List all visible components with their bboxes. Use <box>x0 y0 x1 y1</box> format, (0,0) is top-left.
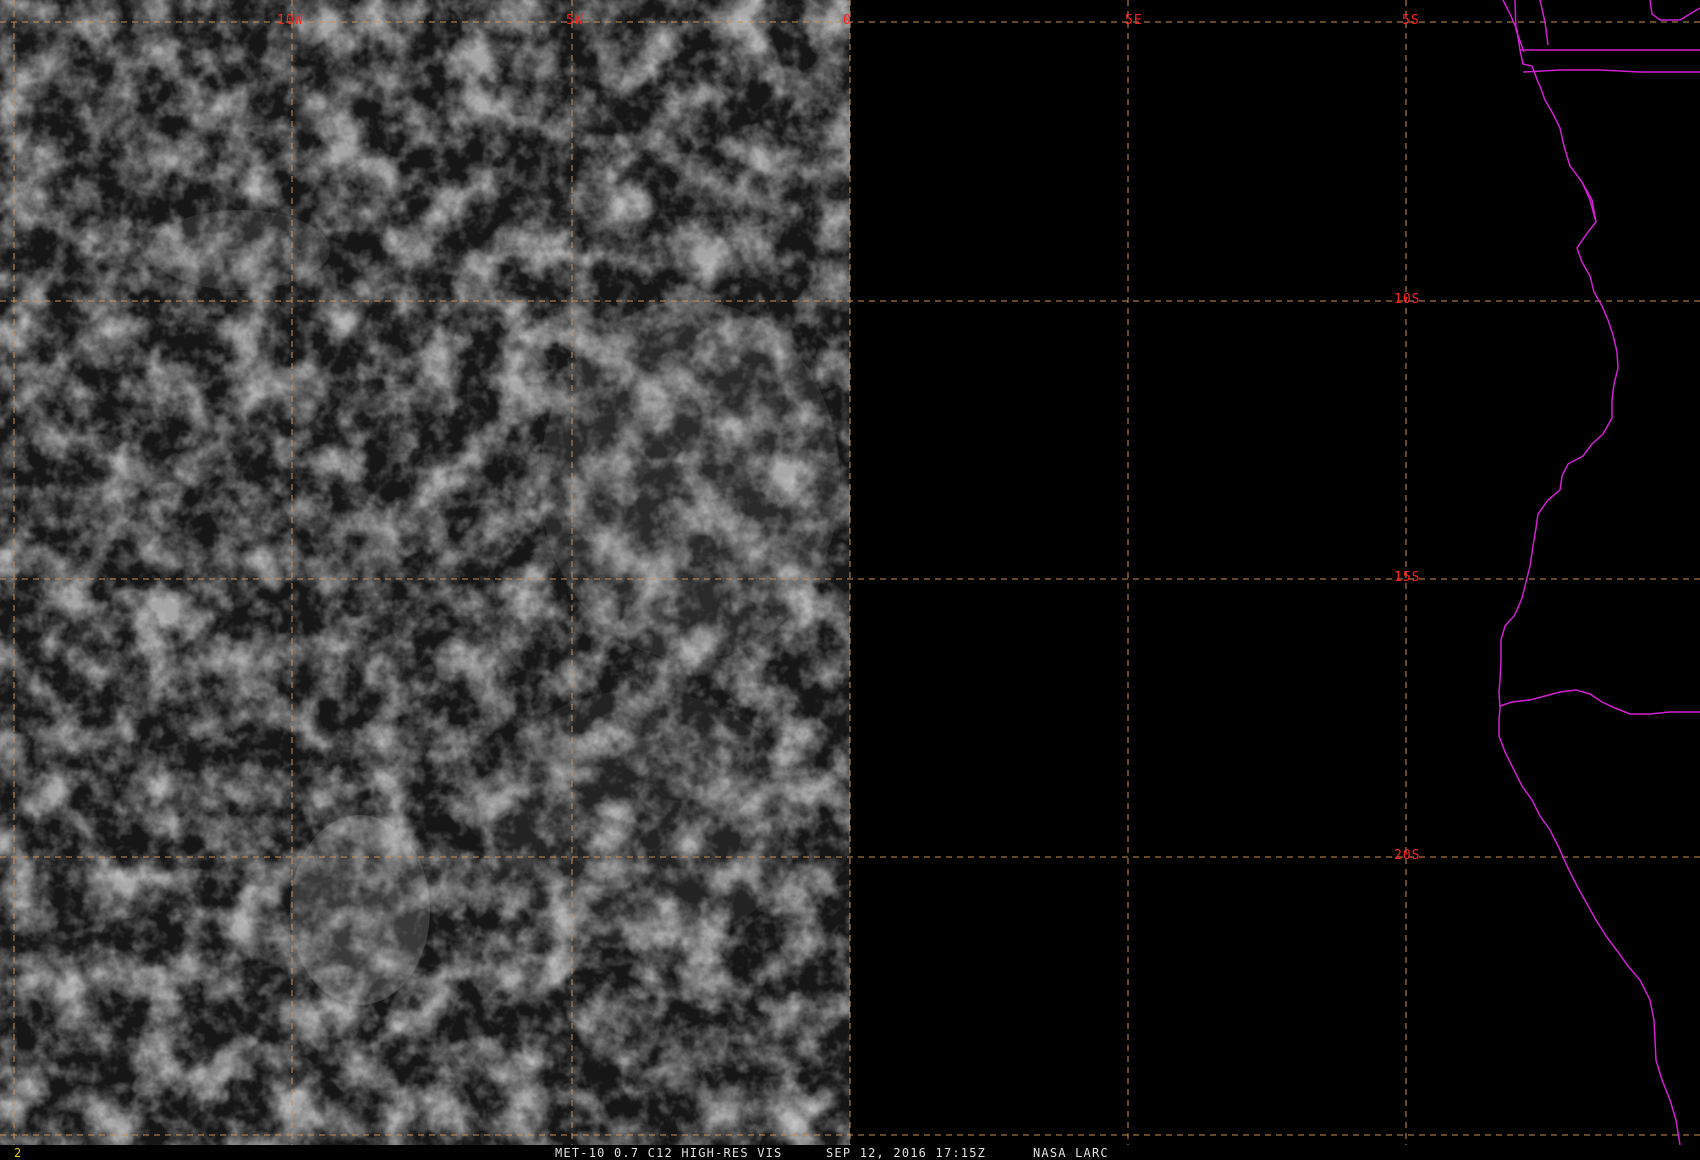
longitude-label-10w: 10W <box>277 13 304 28</box>
cloud-field <box>0 0 850 1145</box>
longitude-label-5e: 5E <box>1125 13 1143 28</box>
satellite-imagery <box>0 0 1700 1146</box>
latitude-label-15s: 15S <box>1394 570 1421 585</box>
frame-number: 2 <box>14 1146 23 1160</box>
image-source: NASA LARC <box>1033 1146 1109 1160</box>
latitude-label-5s: 5S <box>1402 13 1420 28</box>
satellite-image-frame: 10W 5W 0 5E 5S 10S 15S 20S 2 MET-10 0.7 … <box>0 0 1700 1160</box>
no-data-region <box>850 0 1700 1145</box>
latitude-label-10s: 10S <box>1394 292 1421 307</box>
image-datetime: SEP 12, 2016 17:15Z <box>826 1146 987 1160</box>
product-name: MET-10 0.7 C12 HIGH-RES VIS <box>555 1146 783 1160</box>
longitude-label-5w: 5W <box>566 13 584 28</box>
latitude-label-20s: 20S <box>1394 848 1421 863</box>
longitude-label-0: 0 <box>843 13 852 28</box>
